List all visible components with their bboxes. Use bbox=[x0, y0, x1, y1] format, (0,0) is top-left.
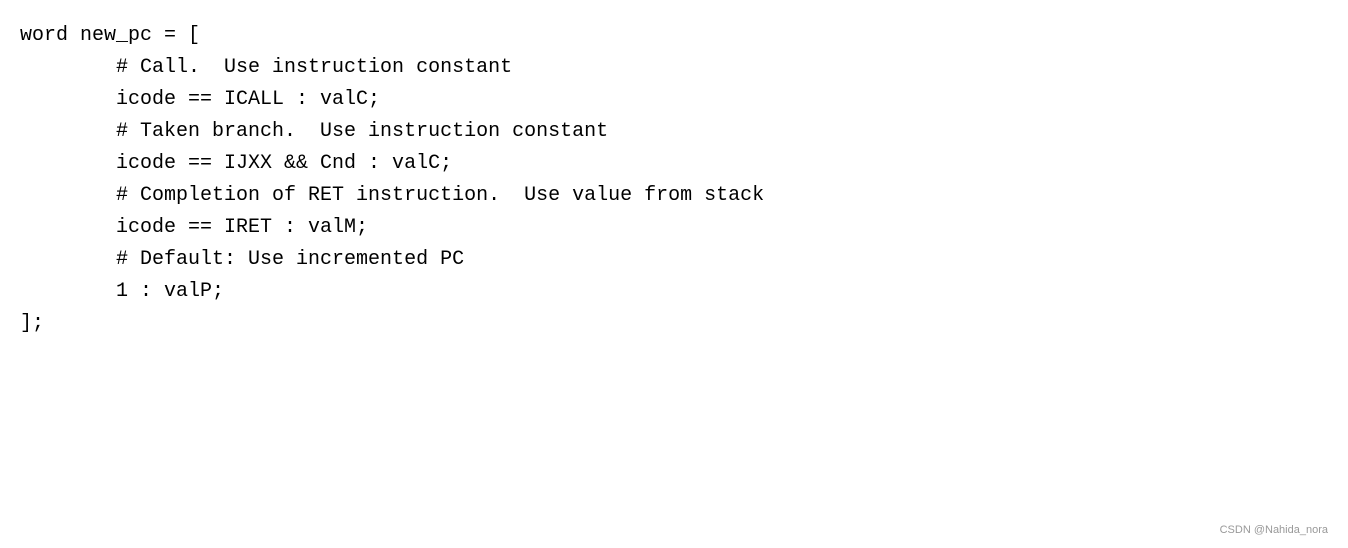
code-block: word new_pc = [ # Call. Use instruction … bbox=[20, 20, 1328, 340]
code-line-7: icode == IRET : valM; bbox=[20, 212, 1328, 244]
code-line-6: # Completion of RET instruction. Use val… bbox=[20, 180, 1328, 212]
code-line-1: word new_pc = [ bbox=[20, 20, 1328, 52]
code-line-8: # Default: Use incremented PC bbox=[20, 244, 1328, 276]
watermark: CSDN @Nahida_nora bbox=[1220, 524, 1328, 536]
code-line-9: 1 : valP; bbox=[20, 276, 1328, 308]
code-container: word new_pc = [ # Call. Use instruction … bbox=[0, 0, 1348, 548]
code-line-10: ]; bbox=[20, 308, 1328, 340]
code-line-5: icode == IJXX && Cnd : valC; bbox=[20, 148, 1328, 180]
code-line-4: # Taken branch. Use instruction constant bbox=[20, 116, 1328, 148]
code-line-3: icode == ICALL : valC; bbox=[20, 84, 1328, 116]
code-line-2: # Call. Use instruction constant bbox=[20, 52, 1328, 84]
